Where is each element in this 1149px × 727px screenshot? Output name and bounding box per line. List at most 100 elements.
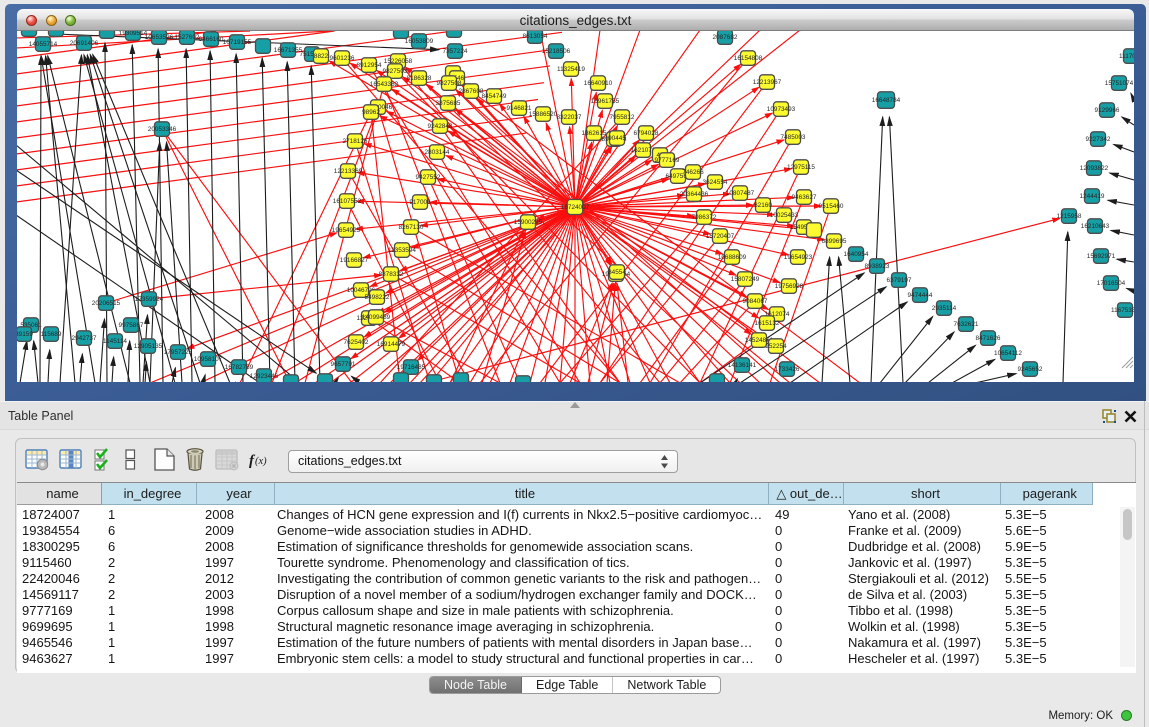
svg-text:917006: 917006	[409, 199, 431, 206]
svg-text:16648784: 16648784	[872, 97, 901, 104]
svg-text:20206515: 20206515	[92, 300, 121, 307]
svg-text:9427552: 9427552	[416, 174, 441, 181]
svg-text:12093822: 12093822	[1080, 165, 1109, 172]
svg-text:8613054: 8613054	[523, 33, 548, 40]
svg-text:2935114: 2935114	[932, 305, 957, 312]
svg-text:11325419: 11325419	[557, 66, 585, 73]
svg-text:14055714: 14055714	[29, 41, 58, 48]
svg-text:9129966: 9129966	[1095, 107, 1120, 114]
svg-text:7955812: 7955812	[610, 114, 635, 121]
svg-text:12213967: 12213967	[753, 79, 782, 86]
svg-text:17016504: 17016504	[1097, 280, 1126, 287]
svg-text:19309514: 19309514	[119, 31, 148, 37]
svg-text:8471626: 8471626	[976, 335, 1001, 342]
svg-text:(x): (x)	[255, 456, 267, 467]
svg-text:2087682: 2087682	[713, 34, 738, 41]
svg-text:15886520: 15886520	[529, 111, 558, 118]
svg-text:20691406: 20691406	[70, 40, 99, 47]
svg-text:84554: 84554	[608, 269, 626, 276]
svg-text:8878332: 8878332	[379, 271, 404, 278]
svg-text:1615132: 1615132	[755, 320, 780, 327]
svg-text:16053809: 16053809	[405, 38, 434, 45]
svg-text:5498222: 5498222	[365, 294, 390, 301]
svg-text:16210643: 16210643	[1081, 223, 1110, 230]
svg-text:16961755: 16961755	[591, 98, 620, 105]
svg-text:10688609: 10688609	[718, 254, 747, 261]
svg-text:3875685: 3875685	[436, 100, 461, 107]
svg-text:15720407: 15720407	[706, 233, 735, 240]
svg-text:8822: 8822	[314, 53, 329, 60]
svg-text:1244419: 1244419	[1080, 193, 1105, 200]
svg-text:7357224: 7357224	[443, 48, 468, 55]
svg-text:9227342: 9227342	[1086, 136, 1111, 143]
svg-text:1215958: 1215958	[1057, 213, 1082, 220]
svg-text:9474444: 9474444	[908, 292, 933, 299]
svg-text:19654925: 19654925	[332, 227, 361, 234]
svg-text:16543382: 16543382	[370, 81, 399, 88]
svg-text:12975115: 12975115	[787, 164, 815, 171]
svg-text:20053346: 20053346	[148, 126, 177, 133]
svg-text:10958107: 10958107	[194, 356, 223, 363]
svg-text:15807249: 15807249	[731, 276, 760, 283]
svg-text:16154808: 16154808	[734, 55, 763, 62]
svg-text:8267130: 8267130	[399, 224, 424, 231]
svg-text:8186328: 8186328	[407, 75, 432, 82]
svg-text:15218506: 15218506	[542, 48, 571, 55]
svg-text:1733426: 1733426	[775, 366, 800, 373]
svg-text:17957225: 17957225	[164, 349, 193, 356]
svg-text:9515460: 9515460	[819, 203, 844, 210]
svg-text:16671355: 16671355	[274, 47, 303, 54]
svg-text:9777169: 9777169	[655, 157, 680, 164]
svg-text:15900295: 15900295	[514, 219, 543, 226]
svg-text:20364436: 20364436	[680, 191, 709, 198]
svg-text:10719155: 10719155	[223, 39, 252, 46]
svg-text:252254: 252254	[765, 343, 787, 350]
svg-text:9827508: 9827508	[437, 80, 462, 87]
svg-text:10654112: 10654112	[994, 350, 1022, 357]
svg-text:9827503: 9827503	[383, 68, 408, 75]
svg-text:16782759: 16782759	[225, 364, 254, 371]
svg-text:2718126: 2718126	[343, 138, 368, 145]
svg-text:9975867: 9975867	[119, 322, 144, 329]
svg-text:7625402: 7625402	[344, 339, 369, 346]
svg-text:1640954: 1640954	[844, 251, 869, 258]
svg-text:9242848: 9242848	[428, 123, 453, 130]
svg-text:115689: 115689	[41, 331, 62, 338]
svg-text:15692971: 15692971	[1087, 253, 1116, 260]
svg-text:9601236: 9601236	[330, 55, 355, 62]
svg-text:19716485: 19716485	[397, 364, 426, 371]
svg-text:6794028: 6794028	[634, 130, 659, 137]
svg-text:19756928: 19756928	[775, 283, 804, 290]
svg-text:2803144: 2803144	[425, 149, 450, 156]
svg-text:90445: 90445	[608, 135, 626, 142]
svg-text:15751074: 15751074	[1105, 80, 1134, 87]
svg-text:14099489: 14099489	[362, 314, 391, 321]
svg-text:19166827: 19166827	[340, 257, 369, 264]
svg-text:7485003: 7485003	[781, 134, 806, 141]
svg-text:18724007: 18724007	[561, 204, 590, 211]
svg-text:39159: 39159	[17, 331, 33, 338]
svg-text:10025433: 10025433	[770, 212, 799, 219]
svg-text:9463627: 9463627	[792, 194, 817, 201]
svg-text:19654923: 19654923	[784, 254, 813, 261]
svg-text:8912954: 8912954	[357, 62, 382, 69]
svg-text:12213369: 12213369	[334, 168, 363, 175]
svg-text:1145114: 1145114	[103, 338, 127, 345]
svg-text:11675339: 11675339	[1111, 307, 1134, 314]
svg-text:746266: 746266	[682, 169, 704, 176]
svg-text:16107552: 16107552	[333, 198, 362, 205]
svg-text:8322037: 8322037	[557, 114, 582, 121]
svg-text:2867608: 2867608	[459, 88, 484, 95]
svg-text:6899695: 6899695	[822, 238, 847, 245]
svg-text:3624554: 3624554	[703, 179, 728, 186]
svg-text:8454749: 8454749	[482, 93, 507, 100]
svg-text:10653526: 10653526	[145, 34, 174, 41]
svg-text:2942737: 2942737	[72, 335, 97, 342]
svg-text:98962: 98962	[362, 109, 380, 116]
svg-text:9245652: 9245652	[1018, 366, 1043, 373]
svg-text:9657791: 9657791	[331, 361, 356, 368]
svg-text:10807487: 10807487	[726, 190, 755, 197]
svg-text:17359924: 17359924	[135, 296, 164, 303]
svg-text:6379197: 6379197	[887, 277, 912, 284]
svg-text:14136141: 14136141	[728, 362, 757, 369]
